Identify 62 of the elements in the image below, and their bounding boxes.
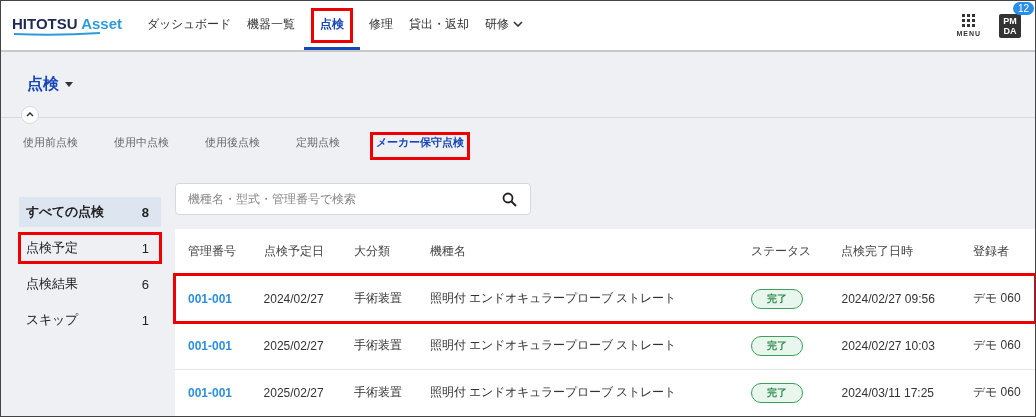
sidebar-label: 点検予定 [26,239,78,257]
search-field[interactable]: 機種名・型式・管理番号で検索 [175,183,531,215]
sidebar-item[interactable]: スキップ 1 [19,305,161,335]
tab[interactable]: 使用後点検 [200,132,265,159]
column-header: 管理番号 [175,229,251,275]
table-cell: 2024/02/27 10:03 [828,322,961,369]
table-cell: 2024/02/27 09:56 [828,275,961,322]
id-link[interactable]: 001-001 [188,291,233,306]
status-badge: 完了 [751,382,804,403]
sidebar-label: スキップ [26,311,78,329]
chevron-up-icon [26,112,34,118]
nav-link[interactable]: ダッシュボード [140,1,239,51]
id-link[interactable]: 001-001 [188,338,233,353]
notification-badge: 12 [1013,1,1035,15]
column-header: 大分類 [341,229,417,275]
caret-icon [65,82,73,88]
sidebar-count: 1 [141,240,149,256]
column-header: 点検予定日 [250,229,341,275]
logo: HITOTSU Asset [12,15,123,33]
nav-link[interactable]: 点検 [304,1,361,51]
sidebar-count: 1 [141,312,149,328]
logo-swoosh-icon [12,32,102,37]
tab[interactable]: 定期点検 [291,132,345,159]
tab[interactable]: 使用前点検 [18,132,83,159]
search-icon[interactable] [502,192,517,207]
status-badge: 完了 [751,288,804,309]
sidebar-count: 8 [141,204,149,220]
table-cell: 照明付 エンドオキュラープローブ ストレート [416,275,739,322]
table-cell: 2025/02/27 [250,369,341,416]
table-cell: 照明付 エンドオキュラープローブ ストレート [416,322,739,369]
sidebar-item[interactable]: 点検予定 1 [19,233,161,263]
table-cell: 手術装置 [341,369,417,416]
collapse-button[interactable] [21,105,39,124]
page-title[interactable]: 点検 [27,74,73,96]
column-header: 機種名 [416,229,739,275]
sidebar-label: すべての点検 [26,203,104,221]
status-badge: 完了 [751,335,804,356]
nav-link[interactable]: 機器一覧 [240,1,303,51]
table-cell: 2025/02/27 [250,322,341,369]
table-cell: 2024/02/27 [250,275,341,322]
grid-icon [962,14,976,28]
id-link[interactable]: 001-001 [188,385,233,400]
table-cell: 手術装置 [341,322,417,369]
table-cell: デモ 060 [960,369,1035,416]
nav-link[interactable]: 修理 [362,1,401,51]
column-header: 登録者 [960,229,1035,275]
tab[interactable]: メーカー保守点検 [371,132,469,159]
sidebar-label: 点検結果 [26,275,78,293]
column-header: 点検完了日時 [828,229,961,275]
column-header: ステータス [738,229,829,275]
pmda-icon[interactable]: PM DA [999,13,1021,38]
table-cell: 2024/03/11 17:25 [828,369,961,416]
sidebar-count: 6 [141,276,149,292]
sidebar-item[interactable]: すべての点検 8 [19,197,161,227]
table-cell: デモ 060 [960,322,1035,369]
table-cell: 手術装置 [341,275,417,322]
nav-link[interactable]: 貸出・返却 [402,1,477,51]
tab[interactable]: 使用中点検 [109,132,174,159]
table-cell: 照明付 エンドオキュラープローブ ストレート [416,369,739,416]
nav-link[interactable]: 研修 [478,1,531,51]
table-cell: デモ 060 [960,275,1035,322]
sidebar-item[interactable]: 点検結果 6 [19,269,161,299]
